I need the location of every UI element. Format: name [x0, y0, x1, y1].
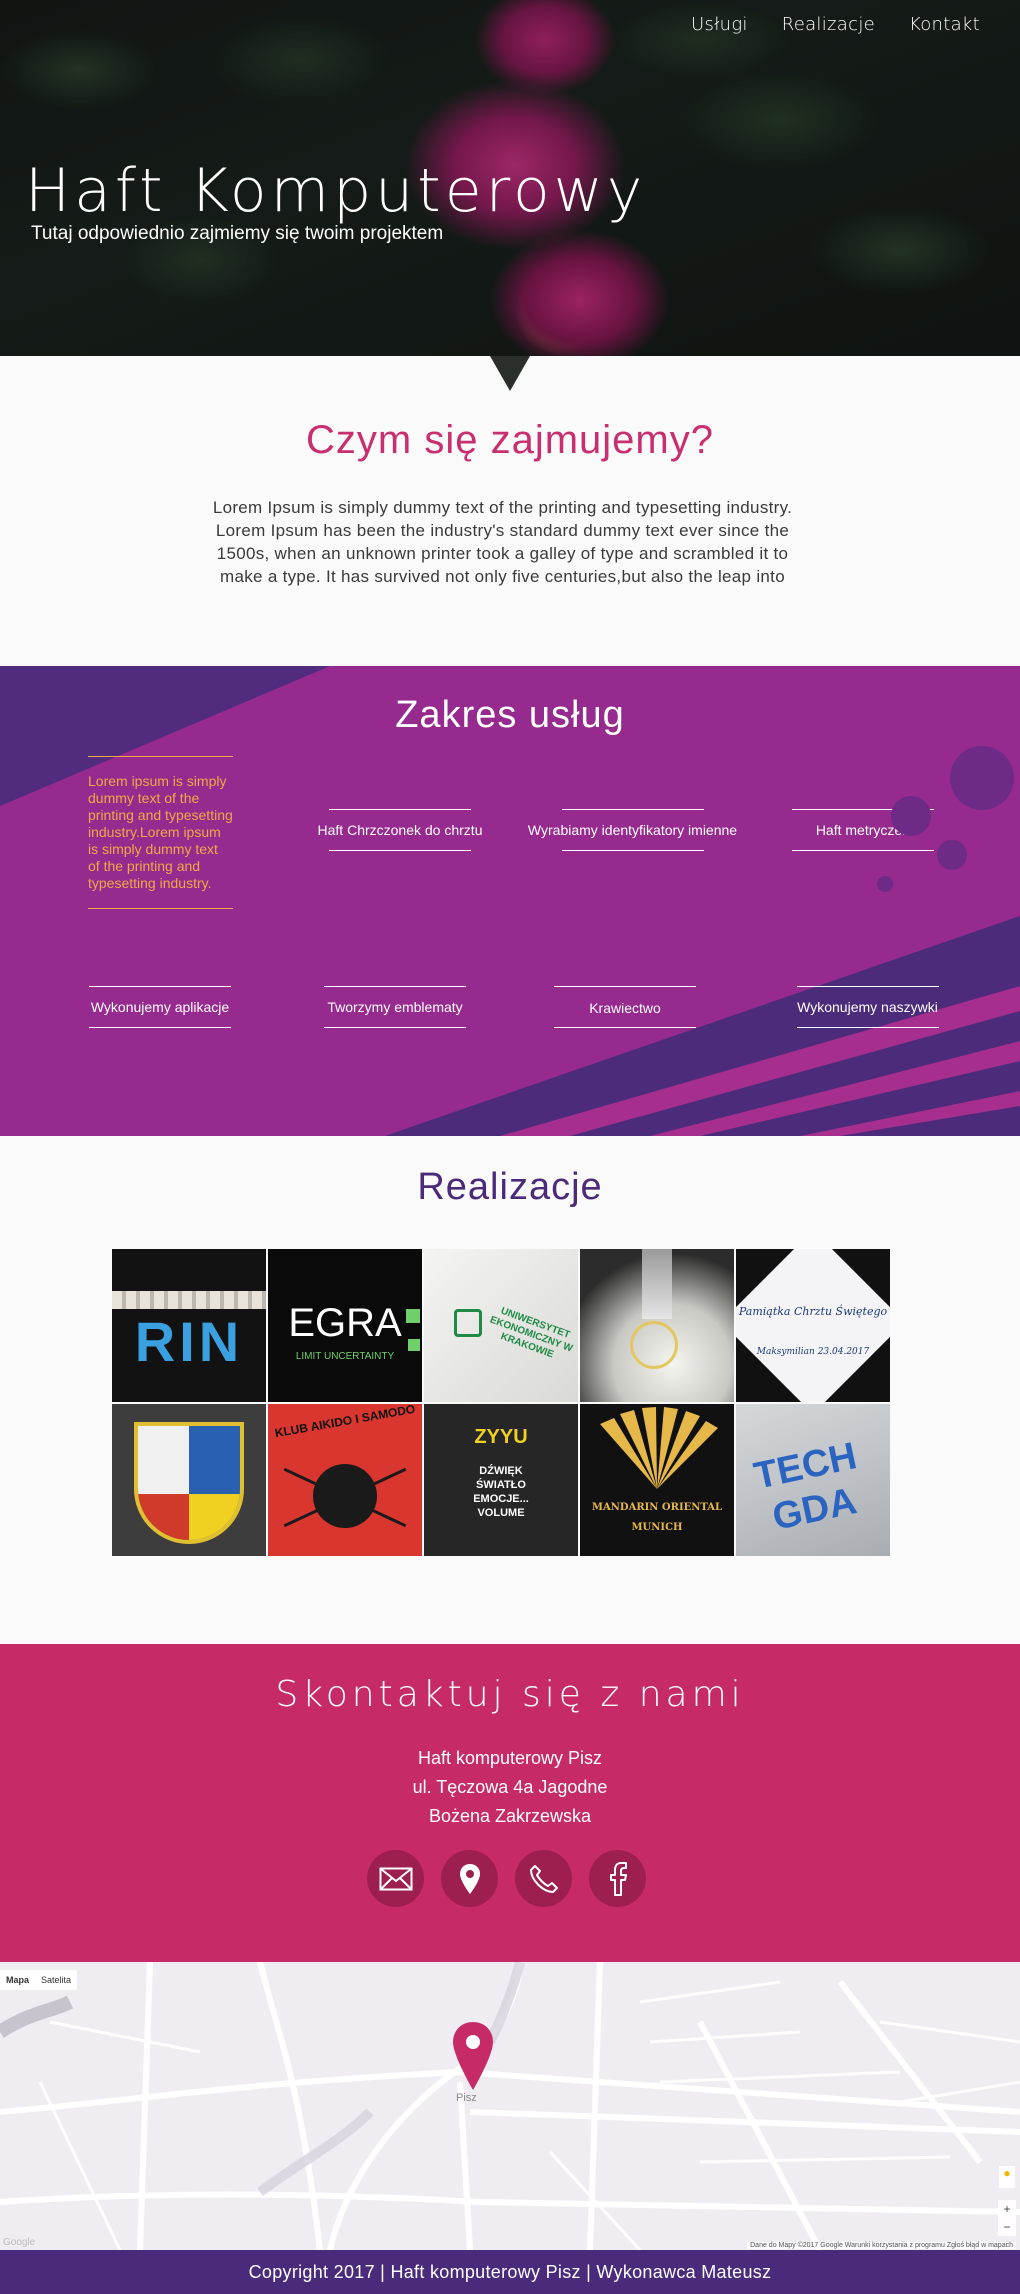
service-label: Krawiectwo: [589, 1000, 661, 1016]
crest-icon: [454, 1309, 482, 1337]
map-place-label: Pisz: [456, 2092, 477, 2104]
services-lead-text: Lorem ipsum is simply dummy text of the …: [88, 756, 233, 909]
about-text: Lorem Ipsum is simply dummy text of the …: [212, 498, 793, 586]
phone-icon[interactable]: [515, 1850, 572, 1907]
gallery-caption: RIN: [134, 1310, 244, 1373]
medallion-icon: [630, 1321, 678, 1369]
envelope-icon[interactable]: [367, 1850, 424, 1907]
decor-circle: [877, 876, 893, 892]
gallery-tile-zyyu[interactable]: ZYYU DŹWIĘK ŚWIATŁO EMOCJE... VOLUME: [424, 1404, 578, 1556]
contact-line: Bożena Zakrzewska: [428, 1806, 592, 1826]
street-view-pegman-icon[interactable]: ●: [999, 2166, 1015, 2188]
nav-link-realizacje[interactable]: Realizacje: [782, 14, 875, 35]
shield-icon: [134, 1422, 244, 1544]
about-heading: Czym się zajmujemy?: [306, 418, 714, 462]
facebook-icon[interactable]: [589, 1850, 646, 1907]
realizations-heading: Realizacje: [417, 1166, 603, 1208]
zoom-in-button[interactable]: +: [998, 2200, 1016, 2218]
hero-subtitle: Tutaj odpowiednio zajmiemy się twoim pro…: [31, 223, 444, 244]
main-nav: Usługi Realizacje Kontakt: [691, 14, 980, 35]
service-label: Tworzymy emblematy: [327, 999, 463, 1015]
map-attribution[interactable]: Dane do Mapy ©2017 Google Warunki korzys…: [747, 2242, 1016, 2249]
service-item-aplikacje[interactable]: Wykonujemy aplikacje: [70, 986, 250, 1028]
map-marker-icon[interactable]: [451, 2020, 495, 2097]
map-type-tabs: Mapa Satelita: [0, 1970, 78, 1990]
gallery-tile-aikido[interactable]: KLUB AIKIDO I SAMODO: [268, 1404, 422, 1556]
realizations-gallery: RIN EGRA LIMIT UNCERTAINTY UNIWERSYTET E…: [112, 1249, 890, 1556]
services-section: Zakres usług Lorem ipsum is simply dummy…: [0, 666, 1020, 1136]
decor-circle: [950, 746, 1014, 810]
gallery-subcaption: DŹWIĘK ŚWIATŁO EMOCJE... VOLUME: [473, 1465, 529, 1519]
gallery-subcaption: MUNICH: [631, 1522, 683, 1533]
gallery-caption: KLUB AIKIDO I SAMODO: [273, 1404, 417, 1441]
gallery-subcaption: Maksymilian 23.04.2017: [756, 1347, 870, 1357]
nav-link-uslugi[interactable]: Usługi: [691, 14, 748, 35]
footer-text: Copyright 2017 | Haft komputerowy Pisz |…: [248, 2262, 772, 2282]
realizations-section: Realizacje RIN EGRA LIMIT UNCERTAINTY UN…: [0, 1136, 1020, 1644]
contact-section: Skontaktuj się z nami Haft komputerowy P…: [0, 1644, 1020, 1962]
contact-line: Haft komputerowy Pisz: [417, 1748, 603, 1768]
gallery-caption: Pamiątka Chrztu Świętego: [738, 1305, 888, 1318]
gallery-tile-embroidery-machine[interactable]: [580, 1249, 734, 1402]
gallery-caption: EGRA: [288, 1301, 402, 1345]
footer: Copyright 2017 | Haft komputerowy Pisz |…: [0, 2250, 1020, 2294]
hero-section: Usługi Realizacje Kontakt Haft Komputero…: [0, 0, 1020, 356]
map-zoom-control: + −: [998, 2200, 1016, 2236]
gallery-tile-tech-gda[interactable]: TECH GDA: [736, 1404, 890, 1556]
gallery-tile-mandarin[interactable]: MANDARIN ORIENTAL MUNICH: [580, 1404, 734, 1556]
service-item-emblematy[interactable]: Tworzymy emblematy: [305, 986, 485, 1028]
contact-heading: Skontaktuj się z nami: [275, 1674, 745, 1715]
gallery-caption: UNIWERSYTET EKONOMICZNY W KRAKOWIE: [488, 1305, 574, 1361]
service-item-krawiectwo[interactable]: Krawiectwo: [540, 986, 710, 1028]
gallery-caption: MANDARIN ORIENTAL: [591, 1502, 723, 1513]
google-logo: Google: [3, 2237, 36, 2248]
map-streets: [0, 1962, 1020, 2250]
gallery-tile-egra[interactable]: EGRA LIMIT UNCERTAINTY: [268, 1249, 422, 1402]
hero-arrow-decoration: [490, 356, 530, 391]
services-heading: Zakres usług: [395, 694, 625, 736]
gallery-tile-rin[interactable]: RIN: [112, 1249, 266, 1402]
contact-icons: [367, 1850, 646, 1907]
contact-address: Haft komputerowy Pisz ul. Tęczowa 4a Jag…: [0, 1744, 1020, 1831]
location-pin-icon[interactable]: [441, 1850, 498, 1907]
location-map[interactable]: Mapa Satelita Pisz ● + − Google Dane do …: [0, 1962, 1020, 2250]
gallery-tile-crest[interactable]: [112, 1404, 266, 1556]
service-item-chrzczonek[interactable]: Haft Chrzczonek do chrztu: [300, 809, 500, 851]
service-label: Wykonujemy naszywki: [797, 999, 938, 1015]
service-label: Wykonujemy aplikacje: [90, 999, 230, 1015]
zoom-out-button[interactable]: −: [998, 2218, 1016, 2236]
service-label: Haft Chrzczonek do chrztu: [317, 822, 483, 838]
nav-link-kontakt[interactable]: Kontakt: [909, 14, 980, 35]
service-item-naszywki[interactable]: Wykonujemy naszywki: [775, 986, 960, 1028]
hero-title: Haft Komputerowy: [25, 156, 647, 226]
gallery-tile-pamiatka[interactable]: Pamiątka Chrztu Świętego Maksymilian 23.…: [736, 1249, 890, 1402]
gallery-subcaption: LIMIT UNCERTAINTY: [295, 1351, 395, 1362]
service-label: Wyrabiamy identyfikatory imienne: [527, 822, 738, 838]
map-tab-satelita[interactable]: Satelita: [35, 1970, 77, 1990]
gallery-tile-uniwersytet[interactable]: UNIWERSYTET EKONOMICZNY W KRAKOWIE: [424, 1249, 578, 1402]
decor-circle: [937, 840, 967, 870]
map-tab-mapa[interactable]: Mapa: [0, 1970, 35, 1990]
gallery-caption: ZYYU: [474, 1426, 528, 1448]
decor-circle: [891, 796, 931, 836]
gallery-caption: TECH GDA: [750, 1435, 861, 1539]
fan-icon: [600, 1407, 718, 1489]
service-item-identyfikatory[interactable]: Wyrabiamy identyfikatory imienne: [515, 809, 750, 851]
about-section: Czym się zajmujemy? Lorem Ipsum is simpl…: [0, 356, 1020, 666]
contact-line: ul. Tęczowa 4a Jagodne: [412, 1777, 608, 1797]
